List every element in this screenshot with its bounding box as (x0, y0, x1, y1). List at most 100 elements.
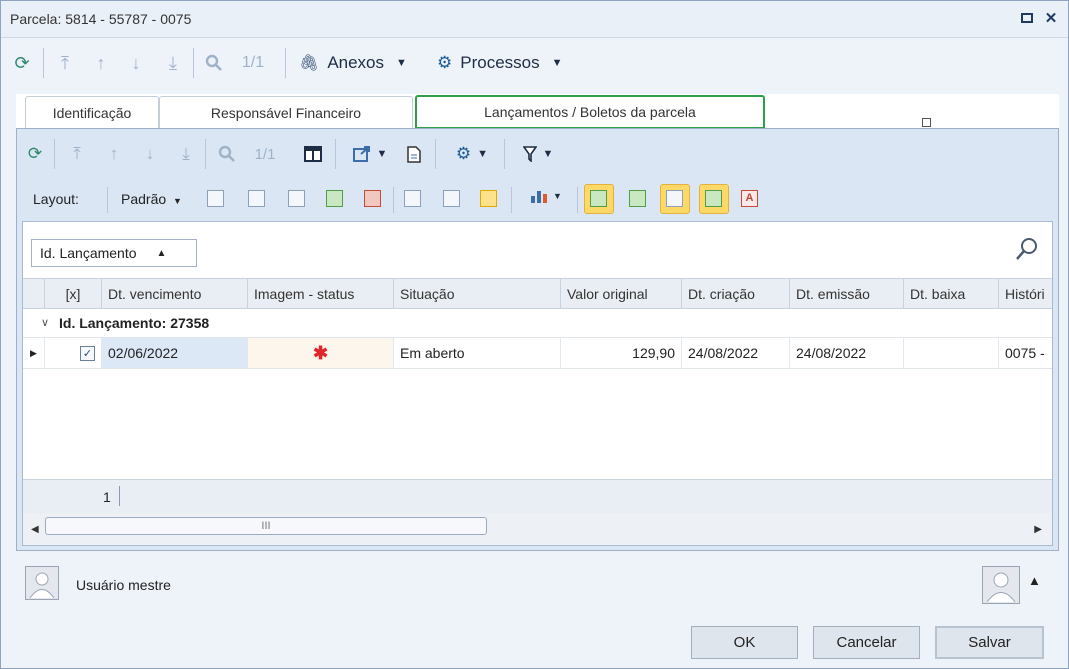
cell-situacao[interactable]: Em aberto (394, 338, 561, 368)
sum-icon[interactable] (443, 190, 460, 207)
restore-icon[interactable] (922, 118, 931, 127)
user-name: Usuário mestre (76, 577, 171, 593)
export-layout-icon[interactable] (364, 190, 381, 207)
scrollbar-grip: III (261, 520, 271, 532)
toolbar-separator (54, 139, 55, 169)
font-icon[interactable]: A (741, 190, 758, 207)
save-button[interactable]: Salvar (935, 626, 1044, 659)
maximize-icon[interactable] (1017, 8, 1037, 28)
footer-toggle-icon[interactable] (629, 190, 646, 207)
tab-responsavel-financeiro[interactable]: Responsável Financeiro (159, 96, 413, 128)
chevron-down-icon: ▼ (376, 148, 388, 160)
layout-table-icon[interactable] (288, 190, 305, 207)
cancel-button-label: Cancelar (836, 634, 897, 651)
toolbar-separator (504, 139, 505, 169)
process-menu-button[interactable]: ⚙ ▼ (449, 129, 495, 179)
record-counter: 1/1 (241, 54, 265, 71)
refresh-icon[interactable]: ⟳ (23, 129, 47, 179)
processos-label: Processos (460, 53, 540, 72)
toolbar-separator (435, 139, 436, 169)
layout-preset-label: Padrão (121, 191, 167, 207)
filter-menu-button[interactable]: ▼ (515, 129, 561, 179)
window-title: Parcela: 5814 - 55787 - 0075 (10, 11, 192, 27)
cell-dt-vencimento[interactable]: 02/06/2022 (102, 338, 248, 368)
cell-dt-criacao[interactable]: 24/08/2022 (682, 338, 790, 368)
processos-menu-button[interactable]: ⚙ Processos ▼ (437, 38, 583, 88)
group-row[interactable]: ∨ Id. Lançamento: 27358 (23, 309, 1052, 337)
column-header-valor-original[interactable]: Valor original (561, 279, 682, 308)
scroll-left-icon[interactable]: ◀ (31, 524, 39, 535)
cell-dt-baixa[interactable] (904, 338, 999, 368)
columns-icon[interactable] (301, 129, 325, 179)
chevron-up-icon[interactable]: ▲ (1028, 573, 1041, 588)
tab-lancamentos-boletos[interactable]: Lançamentos / Boletos da parcela (415, 95, 765, 129)
toolbar-separator (511, 187, 512, 213)
tab-identificacao[interactable]: Identificação (25, 96, 159, 128)
first-record-icon[interactable]: ⤒ (65, 129, 89, 179)
main-toolbar: ⟳ ⤒ ↑ ↓ ⤓ 1/1 🖇 Anexos ▼ ⚙ Processos ▼ (1, 38, 1068, 88)
avatar (25, 566, 59, 600)
scrollbar-thumb[interactable]: III (45, 517, 487, 535)
sort-ascending-icon: ▲ (156, 247, 167, 259)
report-icon[interactable] (402, 129, 426, 179)
export-menu-button[interactable]: ▼ (347, 129, 393, 179)
tab-label: Responsável Financeiro (210, 104, 362, 121)
ok-button-label: OK (733, 634, 756, 651)
first-record-icon[interactable]: ⤒ (53, 38, 77, 88)
layout-preset-dropdown[interactable]: Padrão ▼ (121, 191, 182, 207)
cell-dt-emissao[interactable]: 24/08/2022 (790, 338, 904, 368)
refresh-icon[interactable]: ⟳ (9, 38, 35, 88)
search-icon[interactable] (213, 129, 241, 179)
group-by-chip[interactable]: Id. Lançamento ▲ (31, 239, 197, 267)
chevron-down-icon: ▼ (553, 191, 562, 201)
column-header-dt-vencimento[interactable]: Dt. vencimento (102, 279, 248, 308)
avatar[interactable] (982, 566, 1020, 604)
toolbar-separator (577, 187, 578, 213)
next-record-icon[interactable]: ↓ (138, 129, 162, 179)
column-header-dt-emissao[interactable]: Dt. emissão (790, 279, 904, 308)
toolbar-separator (285, 48, 286, 78)
chart-menu-button[interactable]: ▼ (523, 175, 569, 217)
last-record-icon[interactable]: ⤓ (161, 38, 185, 88)
column-header-label: Dt. vencimento (108, 285, 202, 302)
cell-valor-original[interactable]: 129,90 (561, 338, 682, 368)
search-icon[interactable] (199, 38, 229, 88)
chevron-down-icon: ▼ (542, 148, 554, 160)
highlight-icon[interactable] (480, 190, 497, 207)
column-header-label: Dt. criação (688, 285, 755, 302)
column-header-check[interactable]: [x] (45, 279, 102, 308)
paperclip-icon: 🖇 (299, 55, 320, 72)
column-header-dt-baixa[interactable]: Dt. baixa (904, 279, 999, 308)
cell-historico[interactable]: 0075 - (999, 338, 1052, 368)
status-star-icon[interactable]: ✱ (248, 338, 394, 368)
search-icon[interactable] (1014, 236, 1040, 262)
column-header-historico[interactable]: Históri (999, 279, 1052, 308)
last-record-icon[interactable]: ⤓ (174, 129, 198, 179)
table-row[interactable]: ▶ ✓ 02/06/2022 ✱ Em aberto 129,90 24/08/… (23, 337, 1052, 369)
column-header-label: Valor original (567, 285, 648, 302)
close-icon[interactable]: ✕ (1041, 8, 1061, 28)
ok-button[interactable]: OK (691, 626, 798, 659)
anexos-menu-button[interactable]: 🖇 Anexos ▼ (299, 38, 425, 88)
column-header-situacao[interactable]: Situação (394, 279, 561, 308)
horizontal-scrollbar[interactable]: ◀ III ▶ (23, 513, 1052, 545)
chevron-down-icon: ▼ (173, 196, 182, 206)
row-checkbox[interactable]: ✓ (80, 345, 95, 361)
row-indicator-icon: ▶ (23, 338, 45, 368)
import-layout-icon[interactable] (326, 190, 343, 207)
cancel-button[interactable]: Cancelar (813, 626, 920, 659)
form-layout-icon[interactable] (404, 190, 421, 207)
save-button-label: Salvar (968, 634, 1011, 651)
scroll-right-icon[interactable]: ▶ (1034, 524, 1042, 535)
chevron-down-icon[interactable]: ∨ (41, 316, 49, 329)
next-record-icon[interactable]: ↓ (124, 38, 148, 88)
row-indicator-header (23, 279, 45, 308)
previous-record-icon[interactable]: ↑ (102, 129, 126, 179)
column-header-imagem-status[interactable]: Imagem - status (248, 279, 394, 308)
save-as-layout-icon[interactable] (248, 190, 265, 207)
row-checkbox-cell[interactable]: ✓ (45, 338, 102, 368)
previous-record-icon[interactable]: ↑ (89, 38, 113, 88)
column-header-label: Situação (400, 285, 455, 302)
save-layout-icon[interactable] (207, 190, 224, 207)
column-header-dt-criacao[interactable]: Dt. criação (682, 279, 790, 308)
